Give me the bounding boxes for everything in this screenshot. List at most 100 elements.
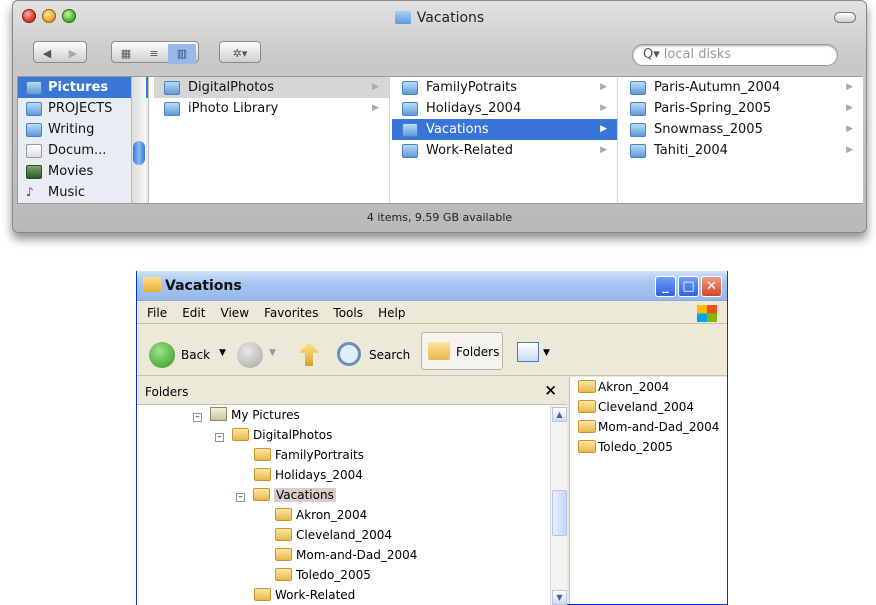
folder-icon bbox=[26, 123, 42, 137]
sidebar-item-label: Writing bbox=[48, 122, 95, 137]
folder-icon bbox=[630, 144, 646, 158]
folder-icon bbox=[232, 428, 249, 441]
file-item-cleveland-2004[interactable]: Cleveland_2004 bbox=[570, 397, 727, 417]
windows-logo-icon bbox=[697, 305, 717, 322]
back-dropdown-icon[interactable]: ▼ bbox=[219, 348, 226, 358]
collapse-icon[interactable]: – bbox=[236, 493, 245, 502]
close-button[interactable]: ✕ bbox=[701, 276, 722, 297]
column-3: Paris-Autumn_2004 ▶ Paris-Spring_2005 ▶ Sn… bbox=[620, 77, 863, 203]
column-view-icon[interactable]: ▥ bbox=[168, 44, 196, 64]
menu-tools[interactable]: Tools bbox=[333, 302, 363, 324]
sidebar-item-label: Music bbox=[48, 185, 85, 200]
forward-arrow-icon[interactable]: ▶ bbox=[60, 44, 86, 64]
tree-scrollbar[interactable]: ▲ ▼ bbox=[550, 405, 567, 605]
column-item-snowmass-2005[interactable]: Snowmass_2005 ▶ bbox=[620, 119, 863, 140]
explorer-window: Vacations _ □ ✕ File Edit View Favorites… bbox=[136, 271, 728, 605]
back-button[interactable] bbox=[149, 342, 175, 368]
forward-dropdown-icon[interactable]: ▼ bbox=[269, 348, 276, 358]
scroll-thumb[interactable] bbox=[552, 490, 567, 536]
sidebar-item-documents[interactable]: Docum... bbox=[18, 140, 148, 161]
menu-file[interactable]: File bbox=[147, 302, 167, 324]
back-label[interactable]: Back bbox=[181, 348, 210, 362]
menu-view[interactable]: View bbox=[221, 302, 249, 324]
folder-icon bbox=[254, 448, 271, 461]
maximize-icon: □ bbox=[682, 279, 695, 294]
window-title: Vacations bbox=[165, 278, 242, 294]
column-item-work-related[interactable]: Work-Related ▶ bbox=[392, 140, 617, 161]
sidebar-item-music[interactable]: ♪ Music bbox=[18, 182, 148, 203]
tree-node-digitalphotos[interactable]: – DigitalPhotos bbox=[215, 425, 332, 445]
tree-node-toledo-2005[interactable]: Toledo_2005 bbox=[275, 565, 371, 585]
movies-icon bbox=[26, 165, 42, 179]
view-buttons[interactable]: ▦ ≡ ▥ bbox=[111, 41, 199, 64]
column-item-familypotraits[interactable]: FamilyPotraits ▶ bbox=[392, 77, 617, 98]
folder-icon bbox=[275, 548, 292, 561]
search-icon: Q▾ bbox=[643, 47, 660, 62]
column-item-paris-spring-2005[interactable]: Paris-Spring_2005 ▶ bbox=[620, 98, 863, 119]
file-item-akron-2004[interactable]: Akron_2004 bbox=[570, 377, 727, 397]
column-item-label: Paris-Spring_2005 bbox=[654, 101, 772, 116]
close-pane-button[interactable]: × bbox=[544, 381, 557, 399]
menu-favorites[interactable]: Favorites bbox=[264, 302, 318, 324]
list-view-icon[interactable]: ≡ bbox=[140, 44, 168, 64]
search-button-label[interactable]: Search bbox=[369, 348, 410, 362]
menu-edit[interactable]: Edit bbox=[182, 302, 205, 324]
tree-node-label: Holidays_2004 bbox=[275, 468, 363, 482]
search-field[interactable]: Q▾ local disks bbox=[632, 44, 838, 66]
tree-node-my-pictures[interactable]: – My Pictures bbox=[193, 405, 300, 425]
folder-icon bbox=[578, 420, 596, 433]
search-icon[interactable] bbox=[337, 342, 361, 366]
views-dropdown-icon[interactable]: ▼ bbox=[543, 348, 550, 358]
tree-node-label: Work-Related bbox=[275, 588, 356, 602]
collapse-icon[interactable]: – bbox=[215, 433, 224, 442]
sidebar-scrollbar[interactable] bbox=[131, 77, 146, 203]
folder-icon bbox=[254, 588, 271, 601]
tree-node-work-related[interactable]: Work-Related bbox=[254, 585, 355, 605]
column-item-iphoto-library[interactable]: iPhoto Library ▶ bbox=[154, 98, 389, 119]
scroll-down-icon[interactable]: ▼ bbox=[552, 590, 567, 605]
column-item-vacations[interactable]: Vacations ▶ bbox=[392, 119, 617, 140]
column-item-holidays-2004[interactable]: Holidays_2004 ▶ bbox=[392, 98, 617, 119]
sidebar-item-pictures[interactable]: Pictures bbox=[18, 77, 148, 98]
window-title: Vacations bbox=[13, 10, 866, 26]
sidebar-item-label: Docum... bbox=[48, 143, 107, 158]
up-folder-icon[interactable] bbox=[299, 342, 319, 366]
scroll-thumb[interactable] bbox=[133, 141, 145, 165]
views-icon[interactable] bbox=[517, 342, 539, 362]
tree-node-mom-and-dad-2004[interactable]: Mom-and-Dad_2004 bbox=[275, 545, 417, 565]
column-item-tahiti-2004[interactable]: Tahiti_2004 ▶ bbox=[620, 140, 863, 161]
tree-node-akron-2004[interactable]: Akron_2004 bbox=[275, 505, 367, 525]
file-list: Akron_2004 Cleveland_2004 Mom-and-Dad_20… bbox=[569, 377, 727, 604]
action-menu-button[interactable]: ✲▾ bbox=[219, 41, 261, 63]
disclosure-arrow-icon: ▶ bbox=[372, 82, 379, 92]
tree-node-vacations[interactable]: – Vacations bbox=[236, 485, 336, 505]
back-forward-buttons[interactable]: ◀ ▶ bbox=[33, 41, 87, 63]
file-item-label: Mom-and-Dad_2004 bbox=[598, 420, 720, 434]
disclosure-arrow-icon: ▶ bbox=[600, 82, 607, 92]
forward-button[interactable] bbox=[237, 342, 263, 368]
tree-node-label: My Pictures bbox=[231, 408, 300, 422]
collapse-icon[interactable]: – bbox=[193, 413, 202, 422]
sidebar-item-writing[interactable]: Writing bbox=[18, 119, 148, 140]
file-item-toledo-2005[interactable]: Toledo_2005 bbox=[570, 437, 727, 457]
column-item-paris-autumn-2004[interactable]: Paris-Autumn_2004 ▶ bbox=[620, 77, 863, 98]
sidebar-item-movies[interactable]: Movies bbox=[18, 161, 148, 182]
column-item-digitalphotos[interactable]: DigitalPhotos ▶ bbox=[154, 77, 389, 98]
scroll-up-icon[interactable]: ▲ bbox=[552, 407, 567, 422]
folders-button[interactable]: Folders bbox=[421, 332, 503, 370]
sidebar-item-projects[interactable]: PROJECTS bbox=[18, 98, 148, 119]
disclosure-arrow-icon: ▶ bbox=[846, 103, 853, 113]
tree-node-holidays-2004[interactable]: Holidays_2004 bbox=[254, 465, 363, 485]
toolbar: Back ▼ ▼ Search Folders ▼ bbox=[137, 326, 727, 376]
minimize-button[interactable]: _ bbox=[655, 276, 676, 297]
toolbar-toggle-button[interactable] bbox=[834, 12, 856, 23]
back-arrow-icon[interactable]: ◀ bbox=[34, 44, 60, 64]
file-item-mom-and-dad-2004[interactable]: Mom-and-Dad_2004 bbox=[570, 417, 727, 437]
maximize-button[interactable]: □ bbox=[678, 276, 699, 297]
icon-view-icon[interactable]: ▦ bbox=[112, 44, 140, 64]
tree-node-cleveland-2004[interactable]: Cleveland_2004 bbox=[275, 525, 392, 545]
column-2: FamilyPotraits ▶ Holidays_2004 ▶ Vacations… bbox=[392, 77, 618, 203]
tree-node-familyportraits[interactable]: FamilyPortraits bbox=[254, 445, 364, 465]
menu-help[interactable]: Help bbox=[378, 302, 405, 324]
gear-icon[interactable]: ✲▾ bbox=[220, 44, 260, 64]
